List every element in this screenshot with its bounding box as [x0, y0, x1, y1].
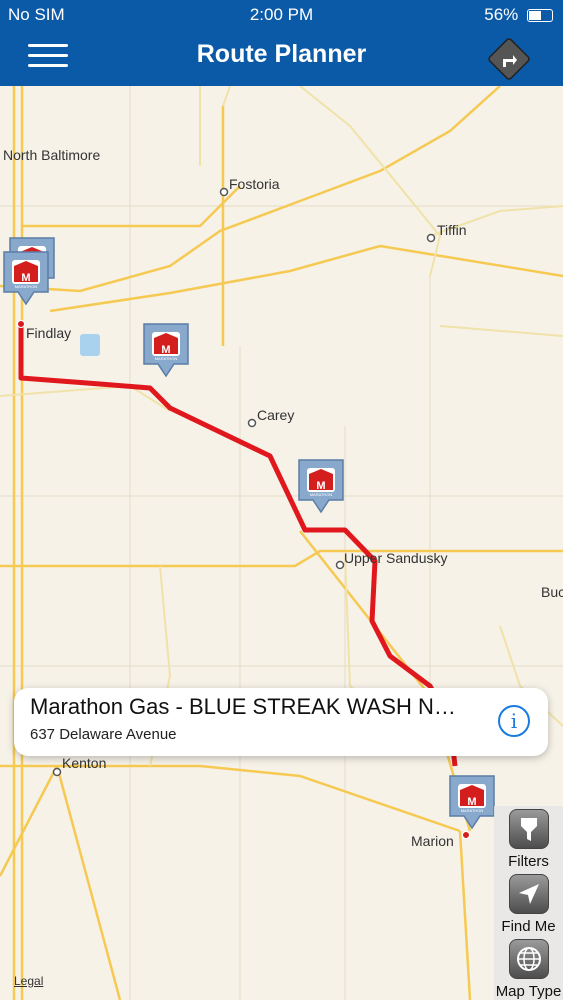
- clock: 2:00 PM: [249, 5, 314, 24]
- map-view[interactable]: North Baltimore Fostoria Tiffin Findlay …: [0, 86, 563, 1000]
- place-label: Marion: [411, 833, 454, 849]
- place-label: Buc: [541, 584, 563, 600]
- svg-text:M: M: [21, 272, 30, 284]
- find-me-label: Find Me: [501, 918, 556, 935]
- map-type-button[interactable]: Map Type: [494, 939, 563, 1000]
- svg-text:MARATHON: MARATHON: [461, 808, 484, 813]
- map-type-label: Map Type: [495, 983, 562, 1000]
- filters-label: Filters: [508, 853, 549, 870]
- battery-percent: 56%: [484, 5, 519, 24]
- water-body: [80, 334, 100, 356]
- station-callout[interactable]: Marathon Gas - BLUE STREAK WASH N… 637 D…: [14, 688, 548, 756]
- map-controls-panel: Filters Find Me Map Type: [494, 806, 563, 1000]
- top-bar: No SIM 2:00 PM 56% Route Planner: [0, 0, 563, 86]
- status-bar: No SIM 2:00 PM 56%: [0, 0, 563, 28]
- callout-address: 637 Delaware Avenue: [30, 726, 177, 743]
- filter-funnel-icon: [508, 809, 549, 849]
- place-label: Findlay: [26, 325, 71, 341]
- battery-icon: [527, 9, 553, 23]
- city-dot: [426, 233, 436, 243]
- svg-text:M: M: [316, 480, 325, 492]
- find-me-button[interactable]: Find Me: [494, 874, 563, 935]
- city-dot: [247, 418, 257, 428]
- location-arrow-icon: [508, 874, 549, 914]
- place-label: Carey: [257, 407, 294, 423]
- svg-text:M: M: [467, 796, 476, 808]
- place-label: Kenton: [62, 755, 106, 771]
- info-icon[interactable]: i: [498, 705, 530, 737]
- page-title: Route Planner: [196, 40, 367, 68]
- route-end-dot: [462, 831, 470, 839]
- city-dot: [52, 767, 62, 777]
- place-label: Upper Sandusky: [344, 550, 448, 566]
- globe-icon: [508, 939, 549, 979]
- place-label: Tiffin: [437, 222, 467, 238]
- city-dot: [219, 187, 229, 197]
- svg-text:MARATHON: MARATHON: [310, 492, 333, 497]
- city-dot: [335, 560, 345, 570]
- svg-text:MARATHON: MARATHON: [15, 284, 38, 289]
- callout-title: Marathon Gas - BLUE STREAK WASH N…: [30, 694, 456, 719]
- filters-button[interactable]: Filters: [494, 809, 563, 870]
- battery-indicator: 56%: [484, 5, 553, 25]
- place-label: North Baltimore: [3, 147, 100, 163]
- legal-link[interactable]: Legal: [14, 974, 43, 988]
- svg-text:M: M: [161, 344, 170, 356]
- place-label: Fostoria: [229, 176, 280, 192]
- route-start-dot: [17, 320, 25, 328]
- directions-icon[interactable]: [486, 36, 532, 82]
- svg-text:MARATHON: MARATHON: [155, 356, 178, 361]
